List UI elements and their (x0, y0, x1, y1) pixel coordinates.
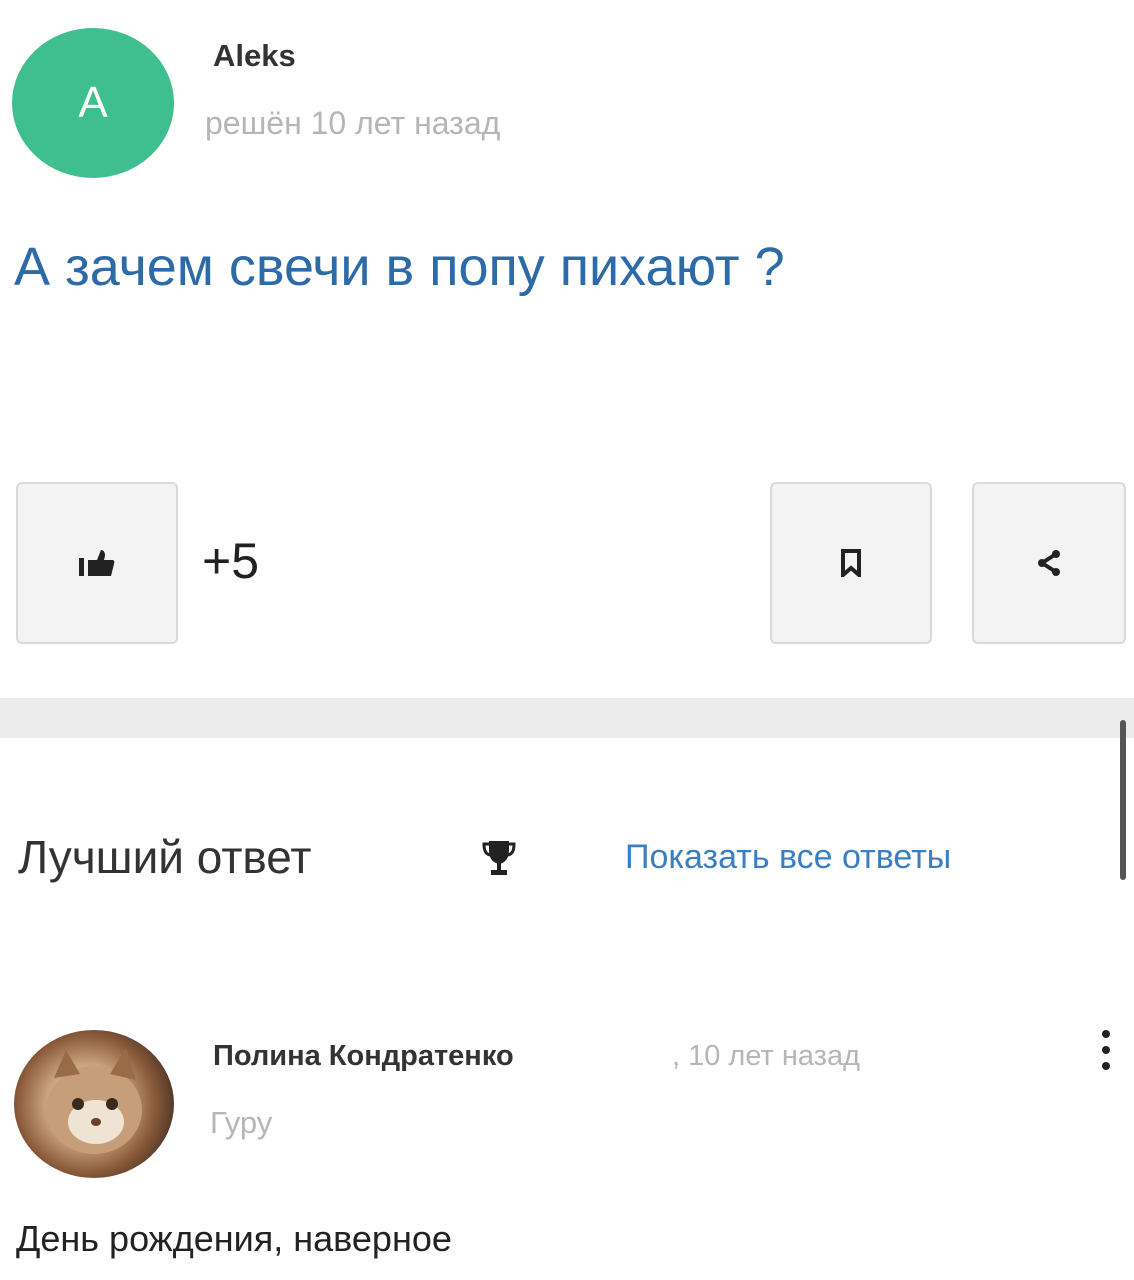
answer-author-name[interactable]: Полина Кондратенко (213, 1040, 514, 1073)
thumbs-up-icon (79, 550, 115, 576)
trophy-icon (482, 841, 516, 875)
answer-author-rank: Гуру (210, 1105, 273, 1140)
cat-photo (46, 1048, 142, 1154)
answer-text: День рождения, наверное (16, 1218, 452, 1259)
share-button[interactable] (972, 482, 1126, 644)
bookmark-icon (841, 549, 861, 577)
answer-author-avatar[interactable] (14, 1030, 174, 1178)
question-status: решён 10 лет назад (205, 105, 501, 141)
save-button[interactable] (770, 482, 932, 644)
author-avatar[interactable]: A (12, 28, 174, 178)
more-vertical-icon[interactable] (1096, 1030, 1116, 1080)
like-count: +5 (202, 533, 260, 589)
best-answer-title: Лучший ответ (18, 831, 312, 883)
section-divider (0, 698, 1134, 738)
answer-time: , 10 лет назад (672, 1040, 861, 1072)
scrollbar[interactable] (1120, 720, 1126, 880)
like-button[interactable] (16, 482, 178, 644)
share-icon (1038, 550, 1060, 576)
author-initial: A (78, 78, 108, 127)
show-all-answers-link[interactable]: Показать все ответы (625, 838, 951, 877)
author-name[interactable]: Aleks (213, 38, 296, 74)
question-title: А зачем свечи в попу пихают ? (14, 237, 785, 297)
